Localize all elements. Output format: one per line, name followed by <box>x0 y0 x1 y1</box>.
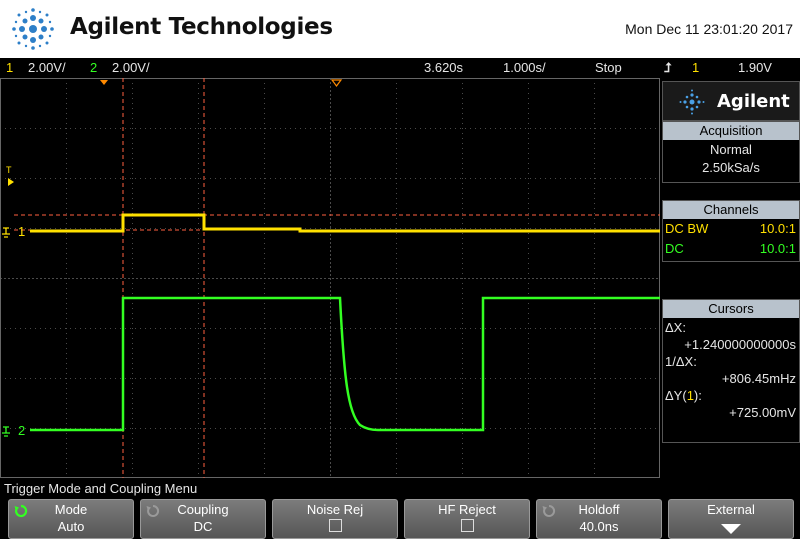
softkey-external[interactable]: External <box>668 499 794 539</box>
hf-reject-checkbox[interactable] <box>460 519 474 532</box>
ch2-ground-marker[interactable]: 2 <box>18 423 25 438</box>
noise-rej-checkbox[interactable] <box>328 519 342 532</box>
channel-row-1: DC BW 10.0:1 <box>663 221 799 241</box>
ch2-coupling: DC <box>665 241 684 256</box>
logo-box: Agilent <box>662 81 800 121</box>
softkey-coupling[interactable]: Coupling DC <box>140 499 266 539</box>
delta-y-suffix: ): <box>693 388 702 403</box>
cursor-marker-icon[interactable] <box>100 80 108 85</box>
ch2-ground-icon <box>2 426 10 437</box>
softkey-mode[interactable]: Mode Auto <box>8 499 134 539</box>
ch2-number[interactable]: 2 <box>90 60 97 75</box>
softkey-hf-reject-label: HF Reject <box>438 502 496 517</box>
trigger-slope-icon: ⮥ <box>664 60 672 75</box>
timebase-scale[interactable]: 1.000s/ <box>503 60 546 75</box>
logo-text: Agilent <box>717 91 790 112</box>
ch2-trace <box>30 296 660 432</box>
ch1-ground-icon <box>2 227 10 238</box>
acquisition-box[interactable]: Acquisition Normal 2.50kSa/s <box>662 121 800 183</box>
ch1-coupling: DC BW <box>665 221 709 236</box>
acquisition-mode: Normal <box>710 142 752 157</box>
delta-y-channel: 1 <box>686 388 694 403</box>
ch1-probe: 10.0:1 <box>759 221 796 236</box>
info-panel: Agilent Acquisition Normal 2.50kSa/s Cha… <box>660 78 800 478</box>
ch2-probe: 10.0:1 <box>759 241 796 256</box>
channels-box[interactable]: Channels DC BW 10.0:1 DC 10.0:1 <box>662 200 800 262</box>
delta-x-label: ΔX: <box>665 320 686 335</box>
softkey-noise-rej[interactable]: Noise Rej <box>272 499 398 539</box>
softkey-coupling-label: Coupling <box>177 502 229 517</box>
delta-x-value: +1.240000000000s <box>684 337 796 352</box>
agilent-spark-small-icon <box>679 89 705 115</box>
graticule <box>0 78 660 478</box>
softkey-coupling-value: DC <box>193 519 213 534</box>
trigger-level-arrow-icon[interactable] <box>8 178 14 186</box>
agilent-spark-logo-icon <box>12 8 54 50</box>
header-bar: Agilent Technologies Mon Dec 11 23:01:20… <box>0 0 800 58</box>
ch1-ground-marker[interactable]: 1 <box>18 224 25 239</box>
status-bar: 1 2.00V/ 2 2.00V/ 3.620s 1.000s/ Stop ⮥ … <box>0 58 800 78</box>
acquisition-title: Acquisition <box>663 122 799 140</box>
arrow-down-icon <box>721 524 741 534</box>
cursors-box[interactable]: Cursors ΔX: +1.240000000000s 1/ΔX: +806.… <box>662 299 800 443</box>
waveform-display[interactable]: T 1 2 <box>0 78 660 478</box>
trigger-position-marker-icon[interactable] <box>330 79 343 87</box>
softkey-external-label: External <box>707 502 755 517</box>
softkey-holdoff[interactable]: Holdoff 40.0ns <box>536 499 662 539</box>
delta-y-prefix: ΔY( <box>665 388 687 403</box>
cursors-title: Cursors <box>663 300 799 318</box>
inv-delta-x-value: +806.45mHz <box>721 371 796 386</box>
menu-title: Trigger Mode and Coupling Menu <box>4 481 198 496</box>
softkey-noise-rej-label: Noise Rej <box>306 502 364 517</box>
menu-title-bar: Trigger Mode and Coupling Menu <box>0 480 800 498</box>
brand-name: Agilent Technologies <box>70 14 333 40</box>
softkey-mode-value: Auto <box>57 519 85 534</box>
delta-y-label: ΔY(1): <box>663 388 799 403</box>
ch1-scale[interactable]: 2.00V/ <box>28 60 66 75</box>
softkey-mode-label: Mode <box>54 502 88 517</box>
channel-row-2: DC 10.0:1 <box>663 241 799 261</box>
timestamp: Mon Dec 11 23:01:20 2017 <box>625 21 793 37</box>
softkey-holdoff-value: 40.0ns <box>579 519 619 534</box>
run-state[interactable]: Stop <box>595 60 622 75</box>
softkey-hf-reject[interactable]: HF Reject <box>404 499 530 539</box>
trigger-source[interactable]: 1 <box>692 60 699 75</box>
trigger-level-marker[interactable]: T <box>6 165 12 175</box>
horizontal-delay[interactable]: 3.620s <box>424 60 463 75</box>
ch1-number[interactable]: 1 <box>6 60 13 75</box>
softkey-holdoff-label: Holdoff <box>578 502 620 517</box>
channels-title: Channels <box>663 201 799 219</box>
sample-rate: 2.50kSa/s <box>702 160 760 175</box>
delta-y-value: +725.00mV <box>729 405 796 420</box>
ch2-scale[interactable]: 2.00V/ <box>112 60 150 75</box>
trigger-level[interactable]: 1.90V <box>738 60 772 75</box>
inv-delta-x-label: 1/ΔX: <box>665 354 697 369</box>
